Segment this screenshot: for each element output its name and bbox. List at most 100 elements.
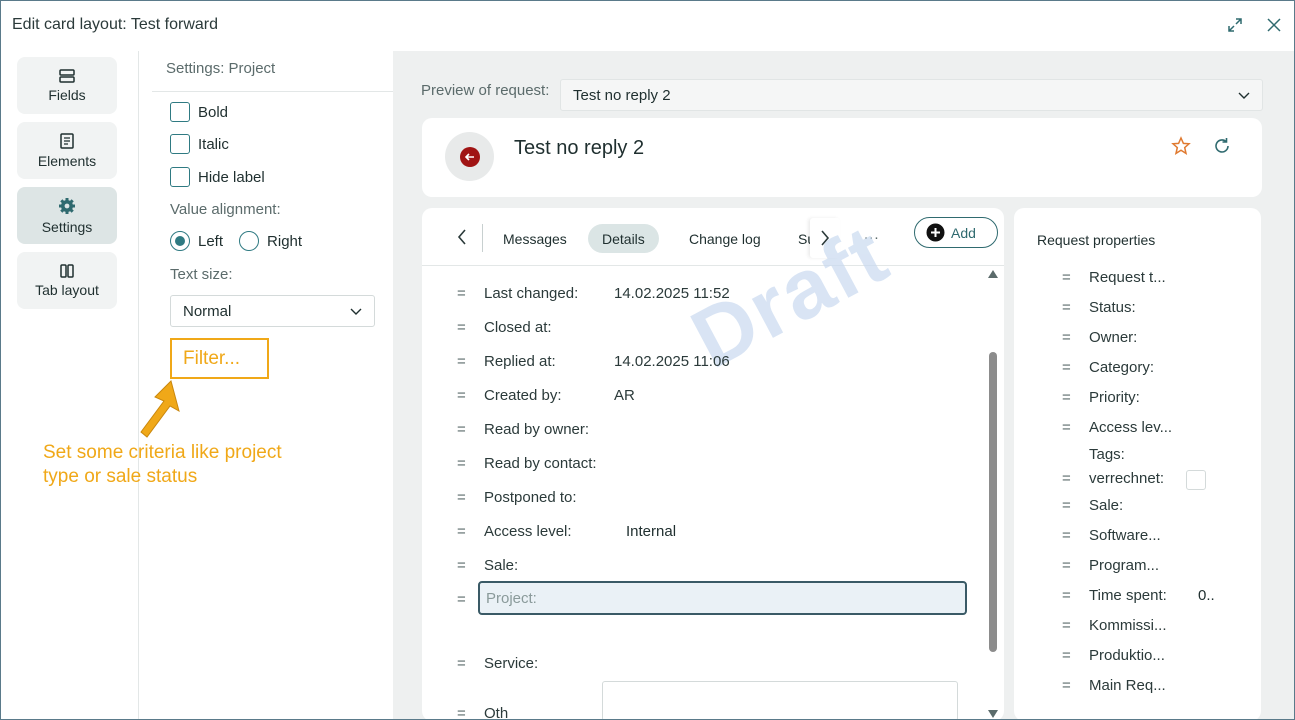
drag-handle-icon[interactable]: =	[1062, 419, 1071, 436]
detail-row[interactable]: = Sale:	[422, 553, 982, 577]
drag-handle-icon[interactable]: =	[1062, 587, 1071, 604]
property-row[interactable]: = Priority:	[1014, 389, 1261, 411]
scrollbar-thumb[interactable]	[989, 352, 997, 652]
text-size-select[interactable]: Normal	[170, 295, 375, 327]
detail-row[interactable]: = Postponed to:	[422, 485, 982, 509]
drag-handle-icon[interactable]: =	[457, 655, 466, 672]
align-right-radio[interactable]	[239, 231, 260, 251]
filter-button[interactable]: Filter...	[170, 338, 269, 379]
detail-row[interactable]: = Access level: Internal	[422, 519, 982, 543]
detail-value: 14.02.2025 11:06	[614, 352, 730, 370]
property-row[interactable]: = Access lev...	[1014, 419, 1261, 441]
nav-elements[interactable]: Elements	[17, 122, 117, 179]
nav-settings[interactable]: Settings	[17, 187, 117, 244]
drag-handle-icon[interactable]: =	[1062, 389, 1071, 406]
value-alignment-label: Value alignment:	[170, 201, 281, 218]
project-field-selected[interactable]: Project:	[478, 581, 967, 615]
property-label: Sale:	[1089, 497, 1124, 514]
bold-checkbox[interactable]	[170, 102, 190, 122]
detail-row[interactable]: = Read by contact:	[422, 451, 982, 475]
hide-label-checkbox[interactable]	[170, 167, 190, 187]
align-left-radio[interactable]	[170, 231, 190, 251]
drag-handle-icon[interactable]: =	[457, 591, 466, 608]
detail-row[interactable]: = Service:	[422, 651, 982, 675]
drag-handle-icon[interactable]: =	[457, 285, 466, 302]
expand-button[interactable]	[1224, 14, 1246, 36]
property-row[interactable]: = Category:	[1014, 359, 1261, 381]
property-row[interactable]: = Owner:	[1014, 329, 1261, 351]
property-row[interactable]: = Software...	[1014, 527, 1261, 549]
property-row[interactable]: = Main Req...	[1014, 677, 1261, 699]
drag-handle-icon[interactable]: =	[1062, 359, 1071, 376]
request-title: Test no reply 2	[514, 137, 645, 159]
back-button[interactable]	[445, 132, 494, 181]
detail-value: AR	[614, 386, 635, 404]
gear-icon	[59, 197, 75, 214]
drag-handle-icon[interactable]: =	[1062, 329, 1071, 346]
drag-handle-icon[interactable]: =	[1062, 299, 1071, 316]
refresh-icon[interactable]	[1212, 136, 1232, 156]
detail-row[interactable]: = Last changed: 14.02.2025 11:52	[422, 281, 982, 305]
bold-option: Bold	[170, 102, 228, 122]
detail-row[interactable]: = Read by owner:	[422, 417, 982, 441]
property-value: 0..	[1198, 587, 1215, 604]
property-label: Time spent:	[1089, 587, 1167, 604]
drag-handle-icon[interactable]: =	[1062, 557, 1071, 574]
drag-handle-icon[interactable]: =	[457, 319, 466, 336]
drag-handle-icon[interactable]: =	[457, 489, 466, 506]
chevron-left-icon[interactable]	[456, 228, 468, 246]
tab-change-log[interactable]: Change log	[675, 224, 775, 253]
property-row[interactable]: = Status:	[1014, 299, 1261, 321]
preview-selected-value: Test no reply 2	[573, 86, 671, 104]
add-label: Add	[951, 224, 976, 241]
property-label: Kommissi...	[1089, 617, 1167, 634]
drag-handle-icon[interactable]: =	[457, 705, 466, 720]
star-icon[interactable]	[1171, 136, 1191, 156]
detail-row[interactable]: = Created by: AR	[422, 383, 982, 407]
drag-handle-icon[interactable]: =	[457, 387, 466, 404]
verrechnet-checkbox[interactable]	[1186, 470, 1206, 490]
drag-handle-icon[interactable]: =	[1062, 677, 1071, 694]
nav-tab-layout-label: Tab layout	[35, 281, 99, 298]
property-row[interactable]: Tags:	[1014, 446, 1261, 468]
property-row[interactable]: = Request t...	[1014, 269, 1261, 291]
drag-handle-icon[interactable]: =	[1062, 269, 1071, 286]
detail-row[interactable]: = Replied at: 14.02.2025 11:06	[422, 349, 982, 373]
nav-fields[interactable]: Fields	[17, 57, 117, 114]
detail-label: Created by:	[484, 386, 562, 404]
tabs-scroll-right-button[interactable]	[810, 218, 840, 258]
nav-tab-layout[interactable]: Tab layout	[17, 252, 117, 309]
close-button[interactable]	[1263, 14, 1285, 36]
drag-handle-icon[interactable]: =	[457, 557, 466, 574]
drag-handle-icon[interactable]: =	[1062, 497, 1071, 514]
property-row[interactable]: = Sale:	[1014, 497, 1261, 519]
drag-handle-icon[interactable]: =	[457, 523, 466, 540]
drag-handle-icon[interactable]: =	[457, 353, 466, 370]
drag-handle-icon[interactable]: =	[1062, 527, 1071, 544]
property-row[interactable]: = Kommissi...	[1014, 617, 1261, 639]
add-button[interactable]: Add	[914, 217, 998, 248]
tab-details[interactable]: Details	[588, 224, 659, 253]
nav-settings-label: Settings	[41, 218, 93, 235]
italic-checkbox[interactable]	[170, 134, 190, 154]
drag-handle-icon[interactable]: =	[457, 455, 466, 472]
property-row[interactable]: = Program...	[1014, 557, 1261, 579]
text-area-field[interactable]	[602, 681, 958, 719]
preview-request-select[interactable]: Test no reply 2	[560, 79, 1263, 111]
left-navigation: Fields Elements Settings Tab layout	[1, 51, 139, 719]
tabs-more-button[interactable]: ...	[864, 226, 880, 243]
property-row[interactable]: = verrechnet:	[1014, 470, 1261, 492]
property-row[interactable]: = Produktio...	[1014, 647, 1261, 669]
drag-handle-icon[interactable]: =	[1062, 647, 1071, 664]
drag-handle-icon[interactable]: =	[1062, 470, 1071, 487]
details-scrollbar[interactable]	[986, 268, 1000, 719]
drag-handle-icon[interactable]: =	[1062, 617, 1071, 634]
scroll-up-icon[interactable]	[988, 270, 998, 278]
dialog-window: Edit card layout: Test forward Fields El…	[0, 0, 1295, 720]
drag-handle-icon[interactable]: =	[457, 421, 466, 438]
tab-messages[interactable]: Messages	[489, 224, 581, 253]
chevron-right-icon	[821, 230, 830, 246]
scroll-down-icon[interactable]	[988, 710, 998, 718]
detail-row[interactable]: = Closed at:	[422, 315, 982, 339]
property-row[interactable]: = Time spent: 0..	[1014, 587, 1261, 609]
